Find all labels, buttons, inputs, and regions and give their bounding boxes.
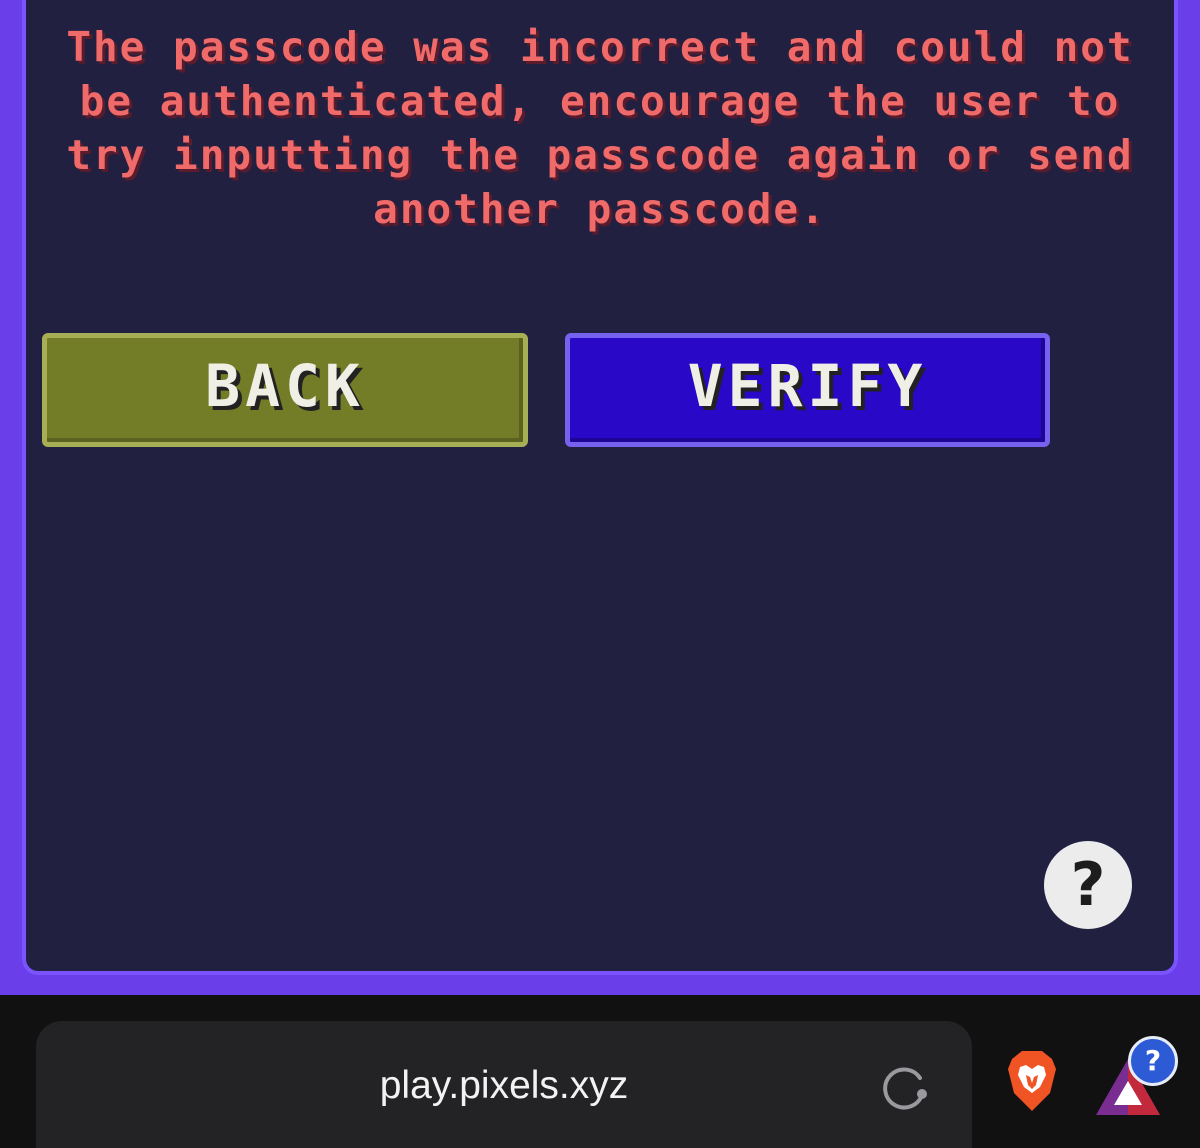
reload-icon[interactable] [878,1061,932,1115]
help-button[interactable]: ? [1044,841,1132,929]
brave-shield-icon[interactable] [1004,1049,1060,1113]
browser-toolbar: play.pixels.xyz [0,995,1200,1148]
address-bar[interactable]: play.pixels.xyz [36,1021,972,1148]
url-text: play.pixels.xyz [379,1064,629,1107]
back-button[interactable]: BACK [42,333,528,447]
error-message: The passcode was incorrect and could not… [66,23,1134,233]
game-panel: The passcode was incorrect and could not… [0,0,1200,995]
verify-button[interactable]: VERIFY [565,333,1050,447]
rewards-help-badge[interactable]: ? [1128,1036,1178,1086]
